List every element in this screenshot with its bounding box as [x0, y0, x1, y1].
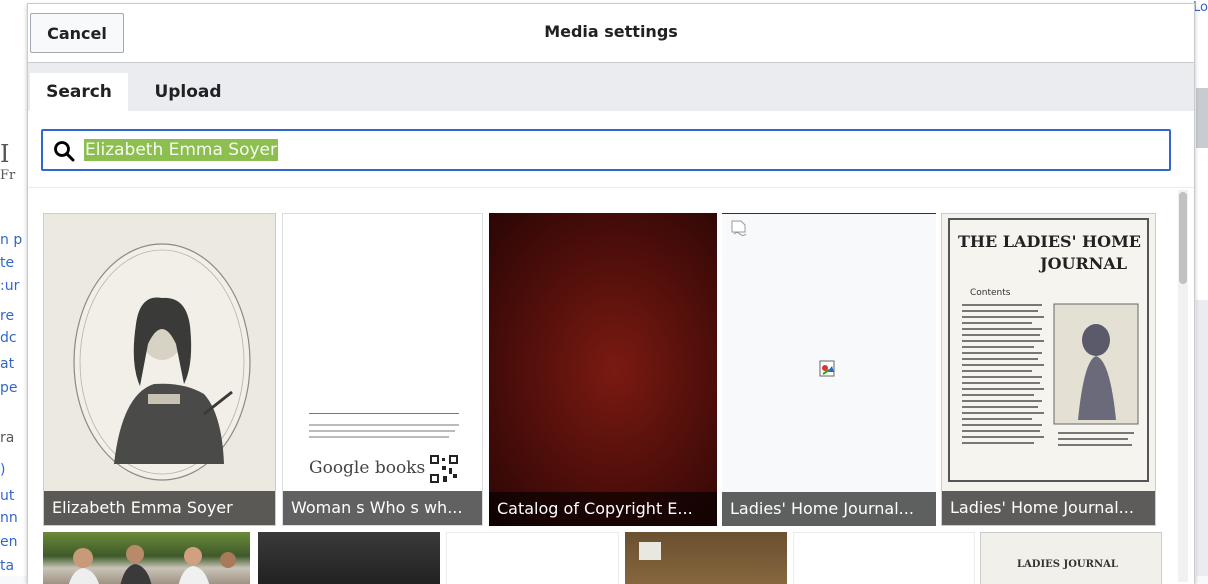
result-caption: Ladies' Home Journal...: [942, 491, 1155, 525]
barcode-label: [639, 542, 661, 560]
fine-print-line: [309, 430, 455, 432]
qr-code-icon: [429, 454, 459, 484]
result-tile[interactable]: Catalog of Copyright E...: [489, 213, 717, 526]
search-area: Elizabeth Emma Soyer: [28, 111, 1194, 188]
journal-contents-label: Contents: [970, 288, 1011, 298]
result-tile[interactable]: Ladies' Home Journal...: [722, 213, 936, 526]
placeholder-image-icon: [819, 360, 835, 377]
result-caption: Catalog of Copyright E...: [489, 492, 717, 526]
search-results-grid: Elizabeth Emma Soyer Google books Woman …: [28, 188, 1194, 584]
scrollbar-thumb[interactable]: [1179, 192, 1187, 284]
result-tile[interactable]: [446, 532, 619, 584]
result-tile[interactable]: [625, 532, 787, 584]
dialog-title: Media settings: [544, 22, 678, 41]
search-query-text: Elizabeth Emma Soyer: [84, 139, 279, 161]
journal-small-title: LADIES JOURNAL: [1017, 559, 1118, 570]
google-books-logo-text: Google books: [309, 458, 426, 478]
result-caption: Woman s Who s wh...: [283, 491, 482, 525]
divider-line: [309, 413, 459, 414]
results-scrollbar[interactable]: [1178, 190, 1188, 582]
broken-image-icon: [731, 220, 747, 236]
fine-print-line: [309, 424, 459, 426]
result-tile[interactable]: [793, 532, 975, 584]
journal-text-columns: [962, 303, 1139, 446]
background-strip-lower: [1196, 300, 1208, 576]
result-caption: Ladies' Home Journal...: [722, 492, 936, 526]
tab-bar: Search Upload: [28, 63, 1194, 111]
journal-title-line-1: THE LADIES' HOME: [958, 232, 1141, 251]
result-tile[interactable]: [258, 532, 440, 584]
fine-print-line: [309, 436, 449, 438]
background-strip: [1196, 88, 1208, 148]
tab-upload[interactable]: Upload: [132, 73, 244, 111]
result-tile[interactable]: THE LADIES' HOME JOURNAL Contents Ladies…: [941, 213, 1156, 526]
group-photo-thumbnail: [68, 545, 236, 584]
background-sidebar: I Fr n p te :ur re dc at pe ra ) ut nn e…: [0, 140, 23, 574]
search-input[interactable]: Elizabeth Emma Soyer: [41, 129, 1171, 171]
background-login-link: Lo: [1193, 0, 1208, 15]
portrait-thumbnail: [44, 214, 275, 525]
journal-cover-frame: THE LADIES' HOME JOURNAL Contents: [948, 218, 1149, 482]
result-caption: Elizabeth Emma Soyer: [44, 491, 275, 525]
tab-search[interactable]: Search: [30, 73, 128, 111]
dialog-header: Cancel Media settings: [28, 4, 1194, 63]
result-tile[interactable]: LADIES JOURNAL: [980, 532, 1162, 584]
result-tile[interactable]: Elizabeth Emma Soyer: [43, 213, 276, 526]
result-tile[interactable]: Google books Woman s Who s wh...: [282, 213, 483, 526]
media-settings-dialog: Cancel Media settings Search Upload Eliz…: [27, 3, 1195, 584]
result-tile[interactable]: [43, 532, 250, 584]
search-icon: [54, 141, 75, 162]
journal-title-line-2: JOURNAL: [1040, 254, 1128, 273]
